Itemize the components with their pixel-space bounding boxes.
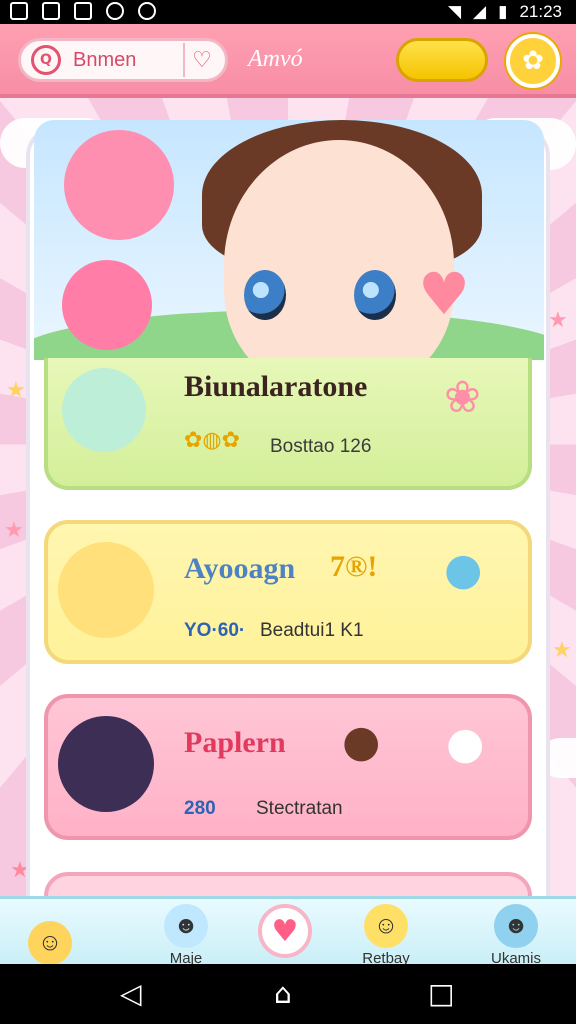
- character-sticker-icon: ●: [342, 716, 381, 767]
- star-sparkle-icon: ★: [6, 378, 26, 403]
- search-bar[interactable]: Q Bnmen ♡: [18, 38, 228, 82]
- blob-character-icon: ☻: [494, 904, 538, 948]
- character-avatar: [58, 542, 154, 638]
- star-sparkle-icon: ★: [552, 638, 572, 663]
- heart-icon: ♥: [418, 260, 470, 328]
- center-heart-button[interactable]: ♥: [258, 904, 312, 958]
- character-eye: [354, 270, 396, 320]
- chibi-character-avatar: [62, 260, 152, 350]
- battery-icon: ▮: [498, 2, 508, 21]
- signal-icon: ◢: [473, 2, 487, 21]
- card-title: Paplern: [184, 726, 286, 759]
- shield-icon: [138, 2, 156, 20]
- system-navigation-bar: ◁ ⌂ □: [0, 964, 576, 1024]
- nav-item-home[interactable]: ☺: [0, 899, 100, 967]
- recents-button[interactable]: □: [428, 980, 454, 1008]
- sync-icon: [106, 2, 124, 20]
- status-bar: ◥ ◢ ▮ 21:23: [0, 0, 576, 24]
- search-input[interactable]: Bnmen: [73, 49, 183, 72]
- content-card-2[interactable]: Ayooagn 7®! YO·60· Beadtui1 K1 ●: [44, 520, 532, 664]
- search-icon: Q: [31, 45, 61, 75]
- ghost-icon: ☻: [164, 904, 208, 948]
- clock: 21:23: [519, 2, 562, 21]
- card-subtitle-prefix: YO·60·: [184, 620, 246, 641]
- content-card-3[interactable]: Paplern 280 Stectratan ● ●: [44, 694, 532, 840]
- home-button[interactable]: ⌂: [274, 980, 292, 1008]
- character-eye: [244, 270, 286, 320]
- top-bar: Q Bnmen ♡ Amvó ✿: [0, 24, 576, 98]
- app-title: Amvó: [248, 46, 303, 72]
- yellow-action-button[interactable]: [396, 38, 488, 82]
- card-subtitle: Beadtui1 K1: [260, 620, 364, 641]
- star-sparkle-icon: ★: [548, 308, 568, 333]
- wifi-icon: ◥: [447, 2, 462, 21]
- card-subtitle: Stectratan: [256, 798, 343, 819]
- chibi-character-avatar: [64, 130, 174, 240]
- nav-item-ukamis[interactable]: ☻ Ukamis: [466, 899, 566, 967]
- card-title: Ayooagn: [184, 552, 296, 585]
- missed-call-icon: [42, 2, 60, 20]
- star-sparkle-icon: ★: [10, 858, 30, 883]
- card-subtitle-prefix: 280: [184, 798, 216, 819]
- card-subtitle: Bosttao 126: [270, 436, 372, 457]
- flower-icon: ❀: [444, 372, 481, 423]
- nav-item-maje[interactable]: ☻ Maje: [136, 899, 236, 967]
- character-avatar: [62, 368, 146, 452]
- card-title: Biunalaratone: [184, 370, 368, 403]
- character-avatar: [58, 716, 154, 812]
- bear-icon: ☺: [364, 904, 408, 948]
- nav-item-retbay[interactable]: ☺ Retbay: [336, 899, 436, 967]
- character-avatar-icon: ☺: [28, 921, 72, 965]
- favorite-heart-icon[interactable]: ♡: [183, 43, 219, 77]
- content-card-1[interactable]: Biunalaratone Bosttao 126 ✿◍✿ ❀: [44, 358, 532, 490]
- image-notification-icon: [74, 2, 92, 20]
- cat-character-icon: ●: [446, 718, 485, 769]
- ghost-character-icon: ●: [444, 544, 483, 595]
- star-badge-button[interactable]: ✿: [506, 34, 560, 88]
- gallery-notification-icon: [10, 2, 28, 20]
- hero-banner: ♥: [34, 120, 544, 360]
- star-sparkle-icon: ★: [4, 518, 24, 543]
- back-button[interactable]: ◁: [120, 980, 142, 1008]
- card-title-badge: 7®!: [330, 550, 378, 583]
- cookie-icons: ✿◍✿: [184, 428, 241, 453]
